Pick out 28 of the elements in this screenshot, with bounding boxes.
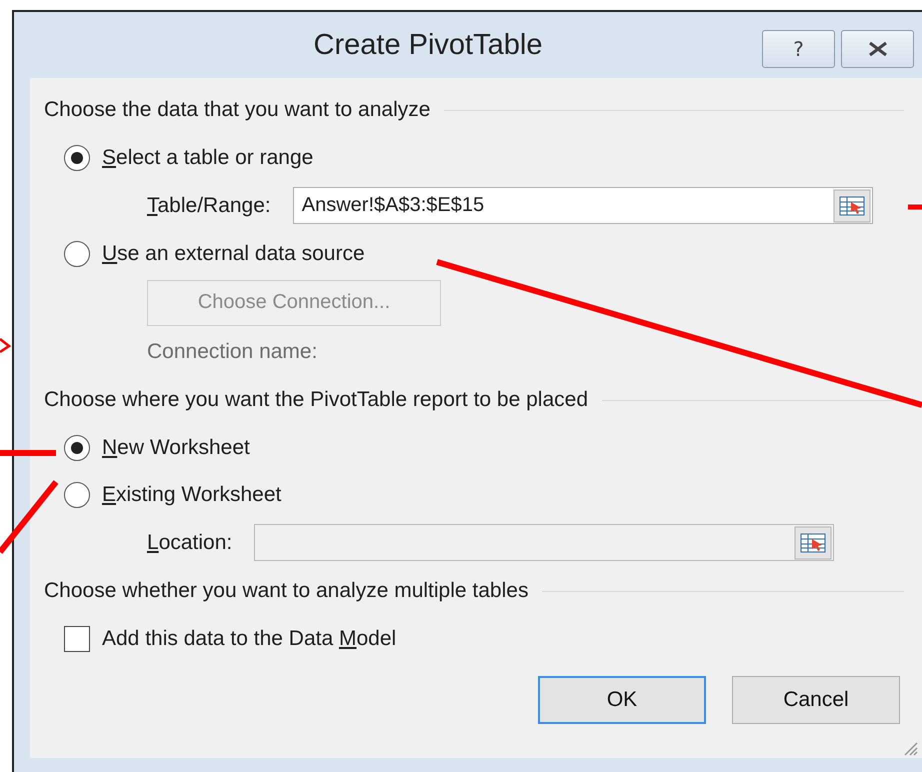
help-button[interactable]: ? [762,30,835,68]
radio-button[interactable] [64,434,90,460]
resize-grip-icon[interactable] [902,740,918,756]
close-icon [866,41,888,57]
radio-label[interactable]: New Worksheet [102,436,250,460]
leader-line [908,204,922,210]
checkbox-label[interactable]: Add this data to the Data Model [102,626,396,650]
dialog-button[interactable]: Cancel [732,676,900,724]
dialog-button[interactable]: OK [538,676,706,724]
radio-button[interactable] [64,144,90,170]
field-label: Location: [147,530,232,554]
radio-label[interactable]: Select a table or range [102,146,314,170]
range-picker-icon[interactable] [832,188,872,224]
checkbox[interactable] [64,626,90,652]
connection-name-label: Connection name: [147,340,318,364]
section-heading: Choose whether you want to analyze multiple tables [44,579,528,603]
radio-button[interactable] [64,482,90,508]
field-label: Table/Range: [147,194,271,218]
range-field[interactable]: Answer!$A$3:$E$15 [292,187,873,224]
close-button[interactable] [841,30,914,68]
window-title: Create PivotTable [314,28,542,62]
radio-label[interactable]: Existing Worksheet [102,482,282,506]
radio-button[interactable] [64,240,90,266]
section-heading: Choose the data that you want to analyze [44,98,430,122]
radio-label[interactable]: Use an external data source [102,242,365,266]
arrow-drawing [0,338,12,354]
section-heading: Choose where you want the PivotTable report to be placed [44,388,588,412]
leader-line [0,450,56,456]
